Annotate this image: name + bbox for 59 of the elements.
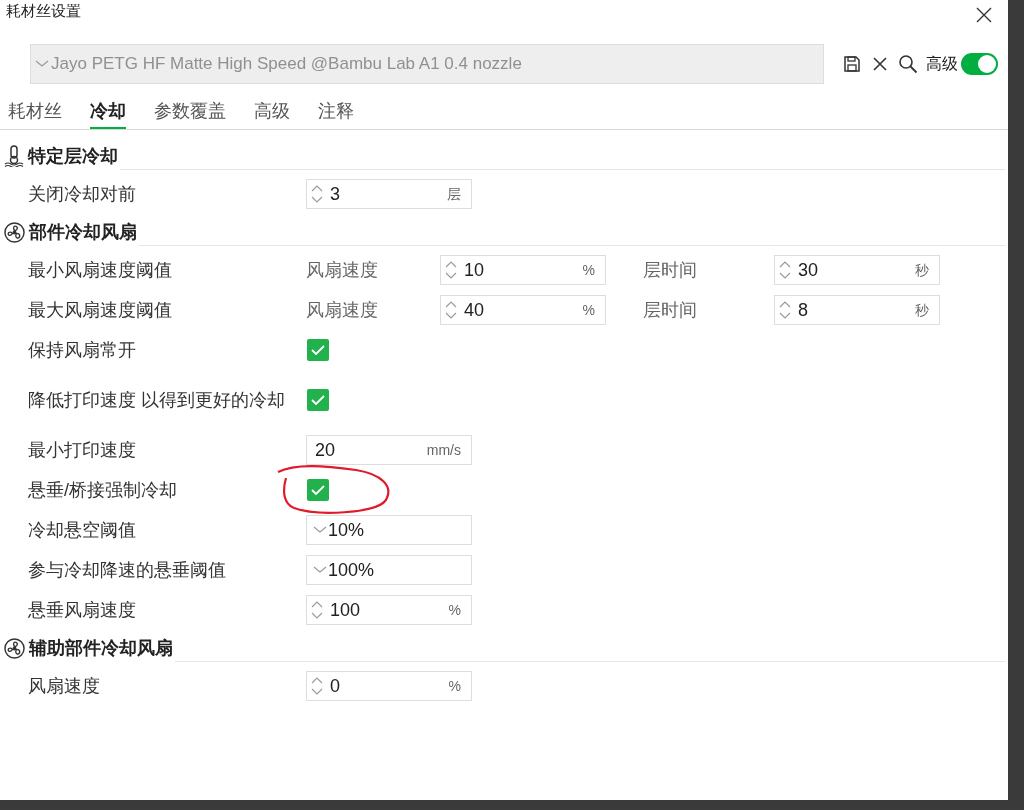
field-label: 风扇速度 <box>306 298 379 322</box>
tab[interactable]: 高级 <box>254 96 290 129</box>
field-label: 最小风扇速度阈值 <box>28 259 173 281</box>
spinner-icon <box>444 259 458 281</box>
section-heading: 特定层冷却 <box>28 144 118 168</box>
spinner-icon <box>310 599 324 621</box>
search-icon[interactable] <box>898 54 918 74</box>
field-label: 层时间 <box>643 298 698 322</box>
section-heading: 部件冷却风扇 <box>29 220 137 244</box>
section-heading: 辅助部件冷却风扇 <box>29 636 173 660</box>
field-label: 悬垂/桥接强制冷却 <box>28 479 178 501</box>
delete-icon[interactable] <box>871 55 889 73</box>
advanced-toggle[interactable] <box>961 53 998 75</box>
number-input[interactable]: 40 % <box>440 295 606 325</box>
number-input[interactable]: 100 % <box>306 595 472 625</box>
caret-icon <box>35 59 49 69</box>
number-input[interactable]: 8 秒 <box>774 295 940 325</box>
window-title: 耗材丝设置 <box>6 0 81 21</box>
checkbox[interactable] <box>307 479 329 501</box>
caret-icon <box>313 565 327 575</box>
tab[interactable]: 耗材丝 <box>8 96 62 129</box>
spinner-icon <box>778 299 792 321</box>
caret-icon <box>313 525 327 535</box>
field-label: 关闭冷却对前 <box>28 183 137 205</box>
fan-icon <box>4 221 25 243</box>
fan-icon <box>4 637 25 659</box>
field-label: 最大风扇速度阈值 <box>28 299 173 321</box>
dropdown[interactable]: 10% <box>306 515 472 545</box>
field-label: 最小打印速度 <box>28 439 137 461</box>
save-icon[interactable] <box>842 54 862 74</box>
field-label: 降低打印速度 以得到更好的冷却 <box>28 389 286 411</box>
spinner-icon <box>310 675 324 697</box>
number-input[interactable]: 30 秒 <box>774 255 940 285</box>
field-label: 冷却悬空阈值 <box>28 519 137 541</box>
field-label: 参与冷却降速的悬垂阈值 <box>28 559 227 581</box>
checkbox[interactable] <box>307 389 329 411</box>
field-label: 风扇速度 <box>306 258 379 282</box>
spinner-icon <box>310 183 324 205</box>
tab[interactable]: 冷却 <box>90 96 126 129</box>
checkmark-icon <box>311 484 325 496</box>
number-input[interactable]: 3 层 <box>306 179 472 209</box>
field-label: 风扇速度 <box>28 675 101 697</box>
field-label: 保持风扇常开 <box>28 339 137 361</box>
checkmark-icon <box>311 344 325 356</box>
close-button[interactable] <box>974 5 994 25</box>
dropdown[interactable]: 100% <box>306 555 472 585</box>
spinner-icon <box>444 299 458 321</box>
tab[interactable]: 参数覆盖 <box>154 96 226 129</box>
text-input[interactable]: 20 mm/s <box>306 435 472 465</box>
checkmark-icon <box>311 394 325 406</box>
thermometer-icon <box>4 145 24 167</box>
number-input[interactable]: 10 % <box>440 255 606 285</box>
tab[interactable]: 注释 <box>318 96 354 129</box>
field-label: 悬垂风扇速度 <box>28 599 137 621</box>
spinner-icon <box>778 259 792 281</box>
number-input[interactable]: 0 % <box>306 671 472 701</box>
field-label: 层时间 <box>643 258 698 282</box>
checkbox[interactable] <box>307 339 329 361</box>
advanced-label: 高级 <box>926 54 958 74</box>
